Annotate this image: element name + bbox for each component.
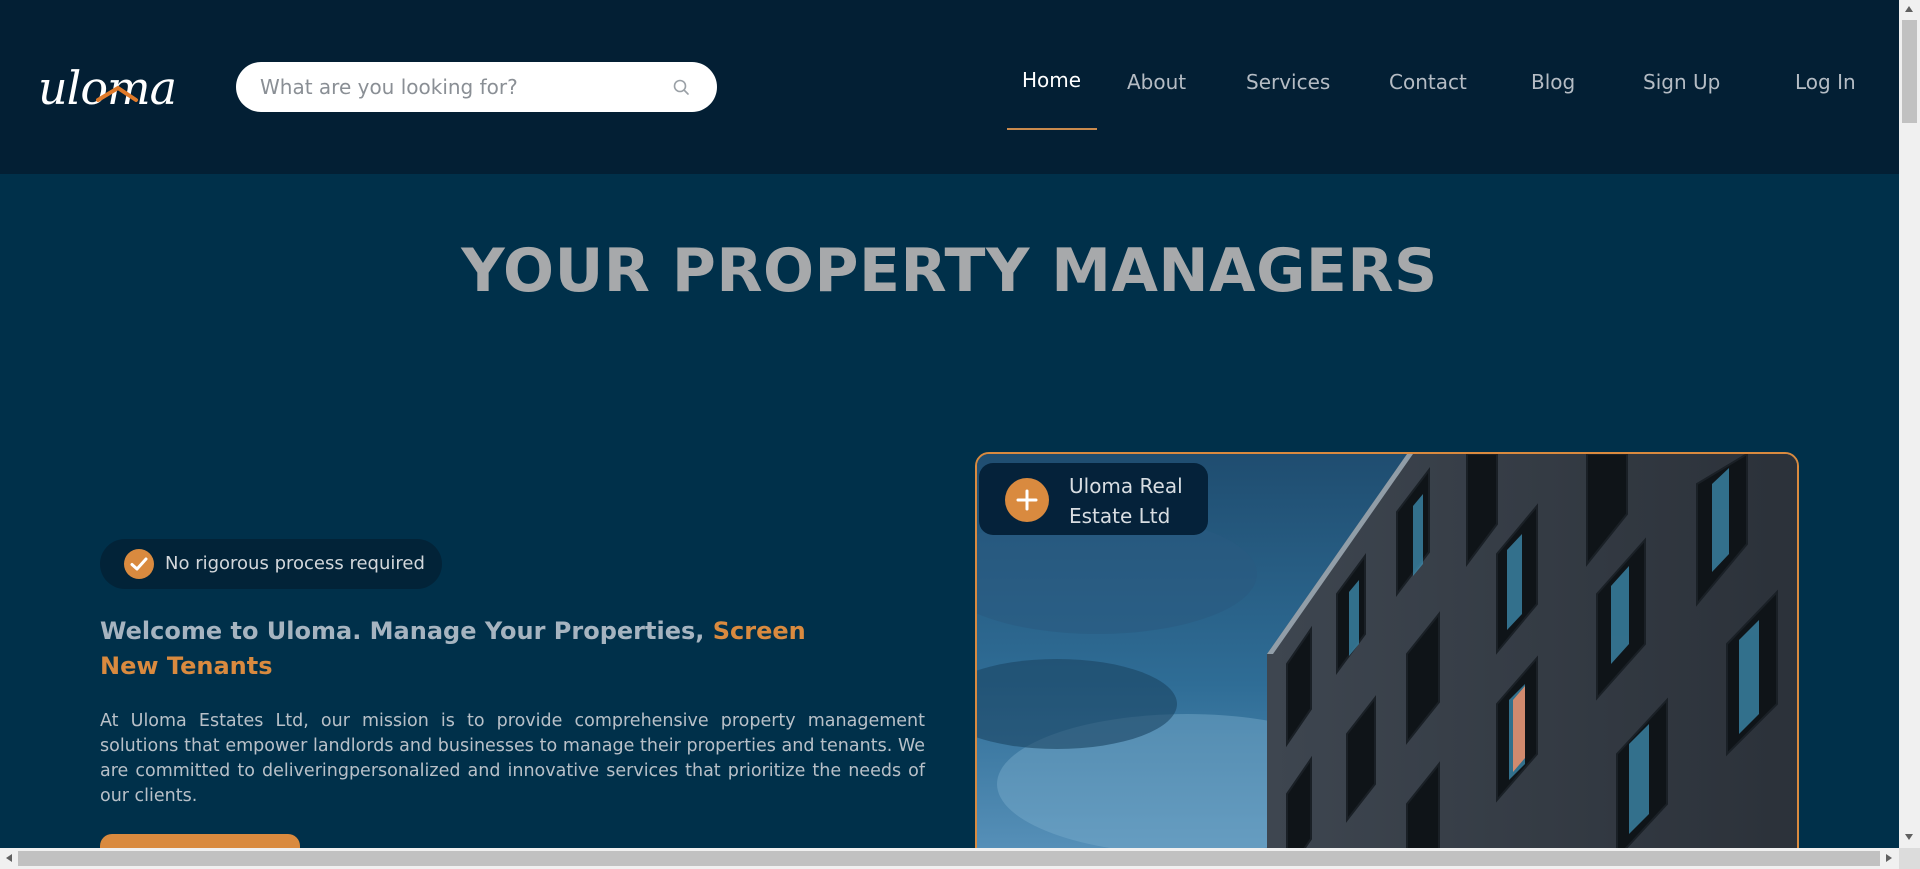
cta-button[interactable]	[100, 834, 300, 848]
scroll-down-arrow-icon[interactable]	[1905, 834, 1913, 840]
nav-blog[interactable]: Blog	[1531, 70, 1575, 94]
hero-title: YOUR PROPERTY MANAGERS	[461, 236, 1438, 306]
company-name: Uloma Real Estate Ltd	[1069, 474, 1183, 528]
feature-badge: No rigorous process required	[100, 539, 442, 589]
scroll-up-arrow-icon[interactable]	[1905, 6, 1913, 12]
nav-contact[interactable]: Contact	[1389, 70, 1467, 94]
top-navigation-bar: uloma Home About Services Contact Blog S…	[0, 0, 1899, 174]
vertical-scrollbar[interactable]	[1899, 0, 1920, 848]
nav-home[interactable]: Home	[1022, 68, 1081, 92]
nav-log-in[interactable]: Log In	[1795, 70, 1856, 94]
nav-sign-up[interactable]: Sign Up	[1643, 70, 1720, 94]
welcome-heading-main: Welcome to Uloma. Manage Your Properties…	[100, 617, 713, 645]
scroll-left-arrow-icon[interactable]	[6, 854, 12, 862]
check-icon	[124, 549, 154, 579]
nav-about[interactable]: About	[1127, 70, 1186, 94]
welcome-heading: Welcome to Uloma. Manage Your Properties…	[100, 614, 860, 684]
horizontal-scroll-thumb[interactable]	[18, 851, 1880, 866]
company-pill: Uloma Real Estate Ltd	[979, 463, 1208, 535]
plus-icon[interactable]	[1005, 478, 1049, 522]
vertical-scroll-thumb[interactable]	[1902, 20, 1917, 123]
mission-paragraph: At Uloma Estates Ltd, our mission is to …	[100, 711, 925, 806]
nav-services[interactable]: Services	[1246, 70, 1330, 94]
main-nav: Home About Services Contact Blog Sign Up…	[0, 68, 1899, 110]
scrollbar-corner	[1899, 848, 1920, 869]
badge-label: No rigorous process required	[165, 553, 425, 574]
page: uloma Home About Services Contact Blog S…	[0, 0, 1899, 848]
active-nav-underline	[1007, 128, 1097, 130]
scroll-right-arrow-icon[interactable]	[1886, 854, 1892, 862]
horizontal-scrollbar[interactable]	[0, 848, 1899, 869]
